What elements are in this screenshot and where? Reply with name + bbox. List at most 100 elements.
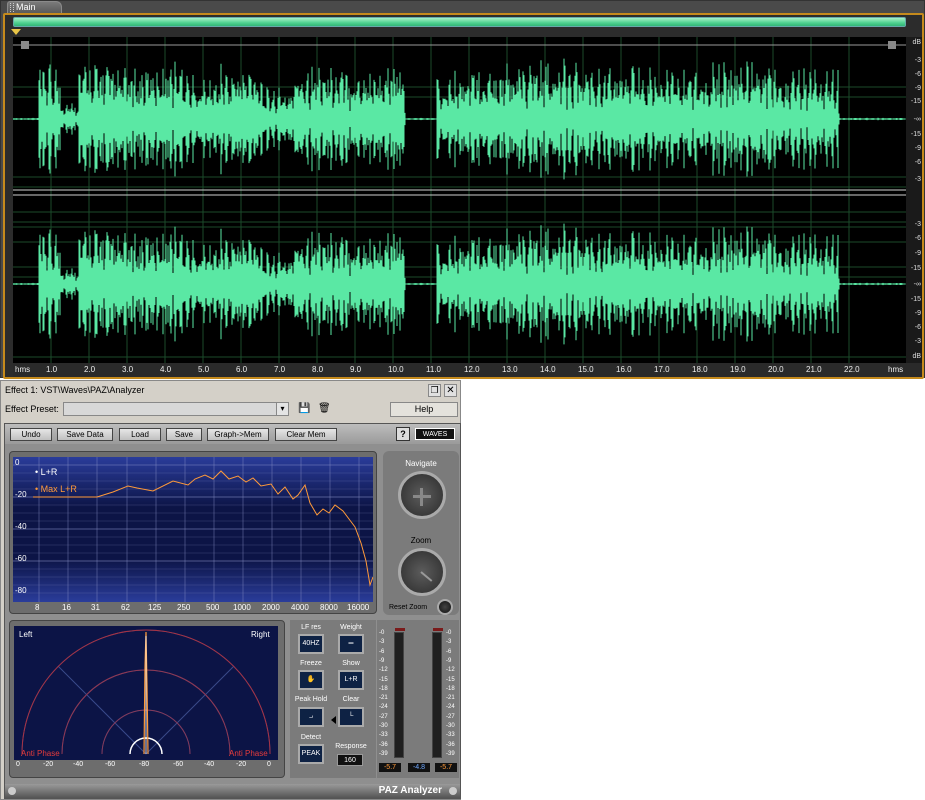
time-label-8: 8.0 (312, 365, 324, 374)
screw-icon (8, 787, 16, 795)
save-button[interactable]: Save (166, 428, 202, 441)
playhead-marker-icon[interactable] (11, 29, 21, 35)
meter-scale-left-11: -33 (379, 732, 388, 739)
meter-right-peak (433, 628, 443, 631)
time-label-18: 18.0 (692, 365, 708, 374)
meter-scale-left-8: -24 (379, 704, 388, 711)
frequency-background (13, 457, 373, 602)
stereo-position-display[interactable] (14, 626, 278, 760)
effect-preset-select[interactable]: ▾ (63, 402, 289, 416)
response-value[interactable]: 160 (337, 754, 363, 766)
reset-zoom-button[interactable] (437, 599, 453, 615)
time-label-17: 17.0 (654, 365, 670, 374)
effect-title: Effect 1: VST\Waves\PAZ\Analyzer (5, 385, 145, 395)
show-label: Show (342, 660, 360, 667)
meter-read-left: -5.7 (379, 763, 401, 772)
time-label-2: 2.0 (84, 365, 96, 374)
freq-x-label-1: 16 (62, 603, 71, 612)
graph-to-mem-button[interactable]: Graph->Mem (207, 428, 269, 441)
db-label-top-3: -9 (914, 85, 921, 92)
waveform-display[interactable] (13, 37, 906, 363)
db-label-bottom-1: -6 (914, 235, 921, 242)
db-label-top-8: -6 (914, 159, 921, 166)
navigate-knob[interactable] (398, 471, 446, 519)
clear-label: Clear (342, 696, 360, 703)
clear-mem-button[interactable]: Clear Mem (275, 428, 337, 441)
peak-hold-icon[interactable]: ⨼ (298, 707, 324, 727)
stereo-right-label: Right (251, 630, 270, 639)
time-label-1: 1.0 (46, 365, 58, 374)
meter-scale-left-3: -9 (379, 657, 385, 664)
meter-scale-left-7: -21 (379, 695, 388, 702)
stereo-x-label-4: -80 (139, 761, 150, 768)
db-label-bottom-3: -15 (910, 265, 921, 272)
level-meters: -0 -3 -6 -9 -12 -15 -18 -21 -24 -27 -30 -33 -36 -39 -… (377, 620, 459, 778)
response-label: Response (335, 743, 367, 750)
meter-scale-right-0: -0 (446, 630, 452, 636)
meter-scale-right-12: -36 (446, 741, 455, 748)
freq-x-label-9: 4000 (291, 603, 309, 612)
load-button[interactable]: Load (119, 428, 161, 441)
stereo-x-label-5: -60 (173, 761, 184, 768)
time-label-22: 22.0 (844, 365, 860, 374)
pin-icon[interactable]: ❐ (428, 384, 441, 397)
freq-x-label-0: 8 (35, 603, 40, 612)
time-label-19: 19.0 (730, 365, 746, 374)
legend-lr: • L+R (35, 467, 58, 477)
meter-read-mid: -4.8 (408, 763, 430, 772)
tab-grip-icon (10, 3, 14, 12)
lf-res-button[interactable]: 40HZ (298, 634, 324, 654)
time-label-16: 16.0 (616, 365, 632, 374)
db-label-bottom-2: -9 (914, 250, 921, 257)
peak-hold-label: Peak Hold (294, 696, 328, 703)
paz-toolbar: Undo Save Data Load Save Graph->Mem Clea… (5, 424, 460, 444)
selection-start-icon (21, 41, 29, 49)
time-label-20: 20.0 (768, 365, 784, 374)
delete-preset-icon[interactable]: 🗑 (318, 403, 331, 414)
anti-phase-right-label: Anti Phase (229, 749, 268, 758)
time-label-10: 10.0 (388, 365, 404, 374)
stereo-x-label-1: -20 (43, 761, 54, 768)
freeze-icon[interactable]: ✋ (298, 670, 324, 690)
save-data-button[interactable]: Save Data (57, 428, 113, 441)
paz-analyzer-plugin: Undo Save Data Load Save Graph->Mem Clea… (4, 423, 461, 799)
help-button[interactable]: Help (390, 402, 458, 417)
zoom-pointer-icon (420, 571, 433, 582)
db-label-bottom-9: dB (912, 353, 921, 360)
time-label-9: 9.0 (350, 365, 362, 374)
overview-scrollbar[interactable] (13, 17, 906, 27)
clear-arrow-icon (331, 716, 336, 724)
freeze-label: Freeze (300, 660, 322, 667)
paz-footer: PAZ Analyzer (5, 784, 460, 798)
freq-x-label-6: 500 (206, 603, 220, 612)
show-button[interactable]: L+R (338, 670, 364, 690)
detect-button[interactable]: PEAK (298, 744, 324, 764)
time-label-4: 4.0 (160, 365, 172, 374)
undo-button[interactable]: Undo (10, 428, 52, 441)
freq-y-label-0: 0 (15, 458, 20, 467)
db-label-top-5: -∞ (913, 116, 921, 123)
time-ruler[interactable]: hms 1.0 2.0 3.0 4.0 5.0 6.0 7.0 8.0 9.0 10.0 11.0 12… (13, 363, 922, 377)
stereo-x-label-8: 0 (267, 761, 271, 768)
weight-button[interactable]: ═ (338, 634, 364, 654)
zoom-knob[interactable] (398, 548, 446, 596)
legend-max-lr: • Max L+R (35, 484, 77, 494)
meter-scale-right-3: -9 (446, 657, 452, 664)
time-label-21: 21.0 (806, 365, 822, 374)
stereo-x-label-0: 0 (16, 761, 20, 768)
time-label-23: hms (888, 365, 904, 374)
time-label-5: 5.0 (198, 365, 210, 374)
close-icon[interactable]: ✕ (444, 384, 457, 397)
meter-scale-left-6: -18 (379, 685, 388, 692)
freq-x-label-2: 31 (91, 603, 100, 612)
resize-grip-icon[interactable] (449, 787, 457, 795)
meter-scale-left-4: -12 (379, 667, 388, 674)
waveform-graphic (13, 37, 906, 363)
anti-phase-left-label: Anti Phase (21, 749, 60, 758)
chevron-down-icon[interactable]: ▾ (276, 403, 288, 415)
clear-icon[interactable]: └ (338, 707, 364, 727)
plugin-help-button[interactable]: ? (396, 427, 410, 441)
tab-main[interactable]: Main (7, 1, 62, 13)
frequency-analyzer-display[interactable] (13, 457, 373, 602)
save-preset-icon[interactable]: 💾 (298, 403, 310, 414)
